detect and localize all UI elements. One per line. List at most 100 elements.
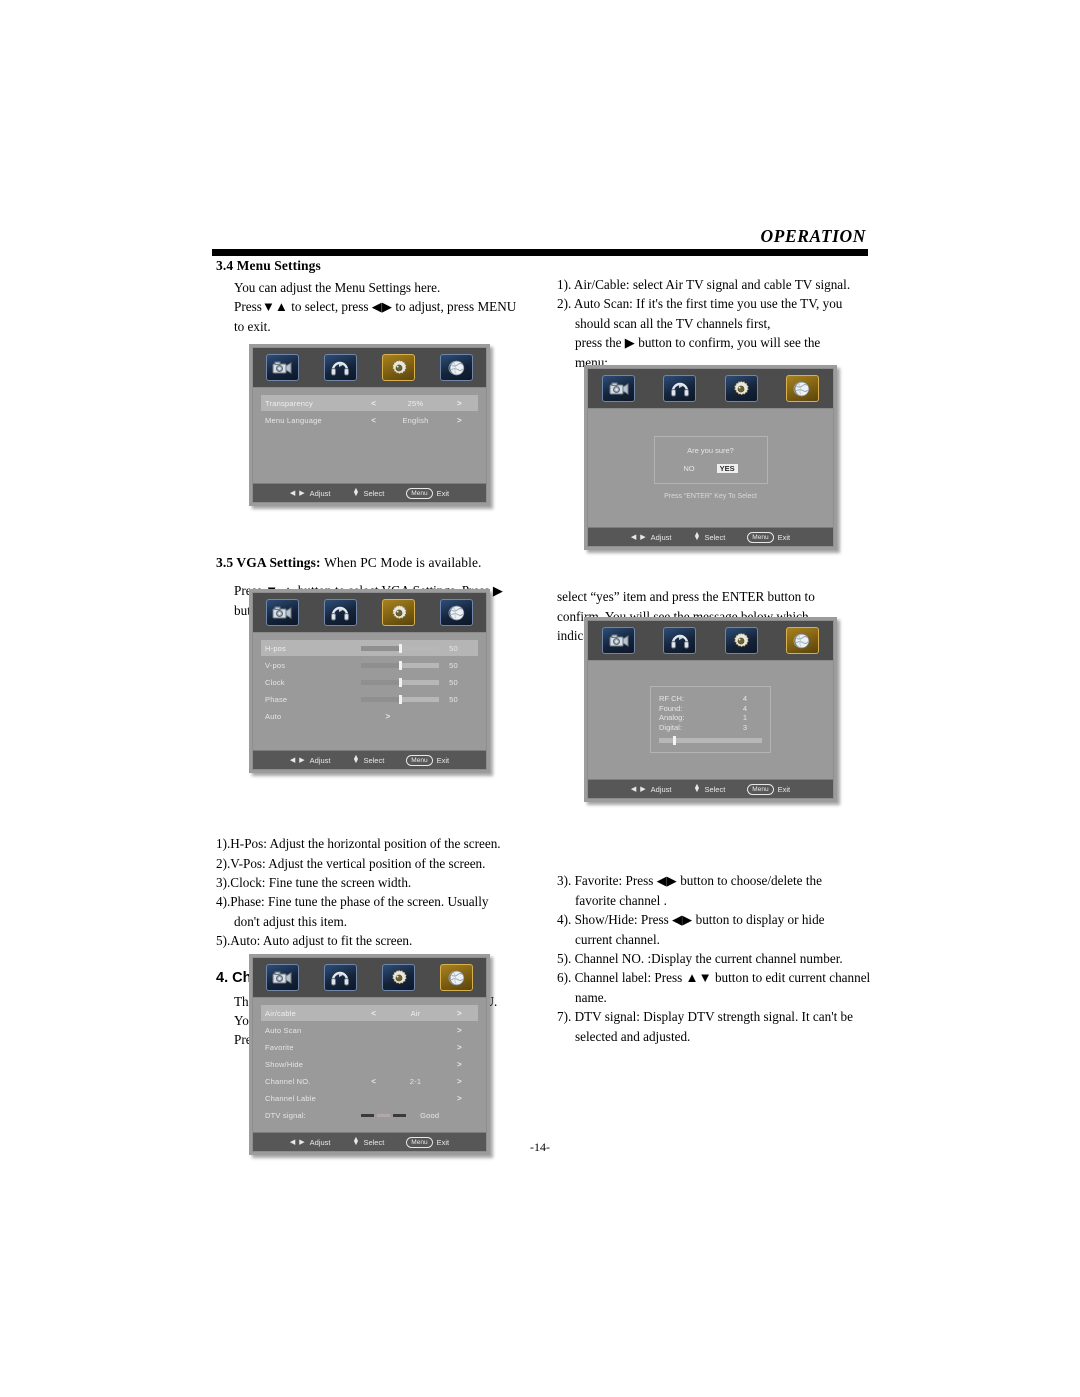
picture-icon[interactable] <box>602 627 636 654</box>
osd-footer-adjust[interactable]: ◀ ▶ Adjust <box>631 785 672 794</box>
picture-icon[interactable] <box>265 599 299 626</box>
osd-footer-adjust-label: Adjust <box>650 532 672 542</box>
audio-icon[interactable] <box>323 599 357 626</box>
chevron-right-icon[interactable]: > <box>445 1009 474 1018</box>
osd-row-label: Phase <box>265 694 288 704</box>
settings-gear-icon[interactable] <box>382 964 416 991</box>
right-item-4-cont: current channel. <box>575 931 660 947</box>
chevron-right-icon[interactable]: > <box>445 399 474 408</box>
osd-slider-row[interactable]: Phase 50 <box>261 691 478 707</box>
signal-bar <box>393 1113 407 1117</box>
scan-info-key: Found: <box>659 703 683 713</box>
settings-gear-icon[interactable] <box>724 627 758 654</box>
right-item-6-cont: name. <box>575 989 607 1005</box>
channel-globe-icon[interactable] <box>440 354 474 381</box>
osd-row[interactable]: Channel Lable > <box>261 1090 478 1106</box>
osd-footer-adjust[interactable]: ◀ ▶ Adjust <box>290 489 331 498</box>
confirm-yes-button[interactable]: YES <box>716 463 738 473</box>
chevron-right-icon[interactable]: > <box>445 1094 474 1103</box>
channel-globe-icon[interactable] <box>440 964 474 991</box>
audio-icon[interactable] <box>323 354 357 381</box>
osd-row-label: Air/cable <box>265 1008 296 1018</box>
channel-globe-icon[interactable] <box>785 375 819 402</box>
right-item-7: 7). DTV signal: Display DTV strength sig… <box>557 1009 853 1025</box>
chevron-left-icon[interactable]: < <box>361 1077 386 1086</box>
osd-footer-select[interactable]: ▲ ▼ Select <box>694 531 726 542</box>
confirm-no-button[interactable]: NO <box>683 464 694 473</box>
osd-row-value: 25% <box>407 398 424 408</box>
right-item-2: 2). Auto Scan: If it's the first time yo… <box>557 296 843 312</box>
osd-footer-adjust[interactable]: ◀ ▶ Adjust <box>290 756 331 765</box>
osd-slider[interactable] <box>361 677 440 687</box>
picture-icon[interactable] <box>602 375 636 402</box>
picture-icon[interactable] <box>265 354 299 381</box>
channel-globe-icon[interactable] <box>785 627 819 654</box>
section-3-4-number: 3.4 <box>216 258 234 273</box>
audio-icon[interactable] <box>663 375 697 402</box>
section-3-4-line-2: Press▼▲ to select, press ◀▶ to adjust, p… <box>234 299 517 315</box>
osd-footer-exit[interactable]: Menu Exit <box>406 754 449 766</box>
osd-menu-settings-screenshot: Transparency <25% > Menu Language < English > … <box>249 344 490 506</box>
osd-footer-exit-label: Exit <box>777 532 791 542</box>
settings-gear-icon[interactable] <box>382 354 416 381</box>
osd-row[interactable]: Air/cable < Air > <box>261 1005 478 1021</box>
osd-slider-row[interactable]: Clock 50 <box>261 674 478 690</box>
slider-thumb[interactable] <box>398 643 402 653</box>
osd-footer-select[interactable]: ▲ ▼ Select <box>353 487 385 498</box>
settings-gear-icon[interactable] <box>724 375 758 402</box>
chevron-left-icon[interactable]: < <box>361 416 386 425</box>
scan-info-value: 1 <box>742 713 748 722</box>
section-3-5-number: 3.5 <box>216 555 234 571</box>
osd-row-label: Transparency <box>265 398 313 408</box>
settings-gear-icon[interactable] <box>382 599 416 626</box>
chevron-left-icon[interactable]: < <box>361 1009 386 1018</box>
chevron-left-icon[interactable]: < <box>361 399 386 408</box>
vga-item-2: 2).V-Pos: Adjust the vertical position o… <box>216 855 486 871</box>
osd-footer-adjust[interactable]: ◀ ▶ Adjust <box>631 533 672 542</box>
osd-row-label: Channel NO. <box>265 1076 311 1086</box>
osd-slider-row[interactable]: V-pos 50 <box>261 657 478 673</box>
osd-row-value: English <box>402 415 429 425</box>
signal-bar <box>361 1113 375 1117</box>
osd-footer-exit[interactable]: Menu Exit <box>747 783 791 795</box>
audio-icon[interactable] <box>323 964 357 991</box>
osd-row[interactable]: Transparency <25% > <box>261 395 478 411</box>
menu-key-badge: Menu <box>406 754 433 766</box>
osd-row-value: 2-1 <box>409 1076 422 1086</box>
osd-slider-value: 50 <box>449 660 458 670</box>
osd-footer-exit-label: Exit <box>777 784 791 794</box>
left-right-arrows-icon: ◀ ▶ <box>630 786 647 793</box>
osd-slider[interactable] <box>361 660 440 670</box>
audio-icon[interactable] <box>663 627 697 654</box>
osd-row[interactable]: Favorite > <box>261 1039 478 1055</box>
osd-row[interactable]: Show/Hide > <box>261 1056 478 1072</box>
confirm-question: Are you sure? <box>687 445 734 455</box>
chevron-right-icon[interactable]: > <box>445 1043 474 1052</box>
vga-item-4-cont: don't adjust this item. <box>234 913 348 929</box>
osd-slider-value: 50 <box>449 677 458 687</box>
vga-item-5: 5).Auto: Auto adjust to fit the screen. <box>216 933 413 949</box>
osd-footer-select[interactable]: ▲ ▼ Select <box>352 754 385 765</box>
picture-icon[interactable] <box>265 964 299 991</box>
osd-row[interactable]: Menu Language < English > <box>261 412 478 428</box>
osd-row-auto[interactable]: Auto > <box>261 708 478 724</box>
osd-footer-exit[interactable]: Menu Exit <box>747 531 791 543</box>
scan-info-row: RF CH: 4 <box>659 694 762 704</box>
slider-thumb[interactable] <box>398 677 402 687</box>
slider-thumb[interactable] <box>398 660 402 670</box>
up-down-arrows-icon: ▲ ▼ <box>352 754 360 765</box>
chevron-right-icon[interactable]: > <box>445 1026 474 1035</box>
osd-slider-row[interactable]: H-pos 50 <box>261 640 478 656</box>
chevron-right-icon[interactable]: > <box>445 1077 474 1086</box>
osd-row[interactable]: Channel NO. <2-1 > <box>261 1073 478 1089</box>
slider-thumb[interactable] <box>398 694 402 704</box>
osd-slider[interactable] <box>361 694 440 704</box>
osd-slider[interactable] <box>361 643 440 653</box>
osd-row[interactable]: Auto Scan > <box>261 1022 478 1038</box>
chevron-right-icon[interactable]: > <box>445 1060 474 1069</box>
channel-globe-icon[interactable] <box>440 599 474 626</box>
osd-footer-select[interactable]: ▲ ▼ Select <box>694 783 726 794</box>
osd-footer-exit[interactable]: Menu Exit <box>406 487 449 499</box>
chevron-right-icon[interactable]: > <box>445 416 474 425</box>
right-item-1: 1). Air/Cable: select Air TV signal and … <box>557 277 851 292</box>
